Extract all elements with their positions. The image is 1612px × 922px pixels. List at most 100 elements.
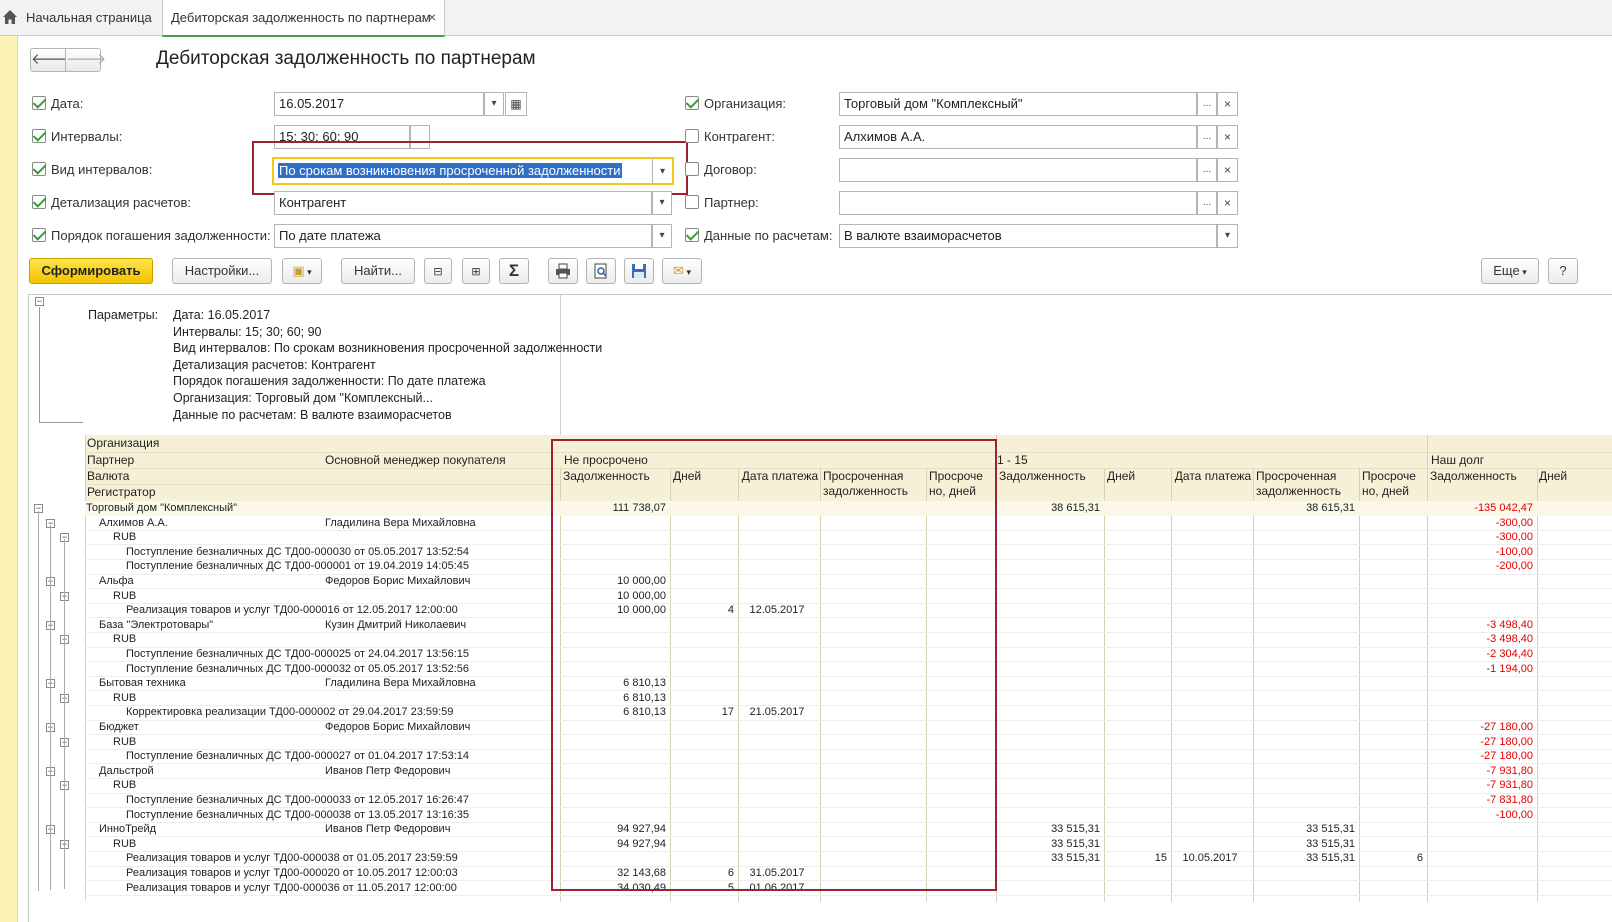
table-row-name: Корректировка реализации ТД00-000002 от … — [126, 706, 454, 719]
table-cell-c1: -2 304,40 — [1486, 648, 1533, 660]
print-button[interactable] — [548, 258, 578, 284]
report-spreadsheet[interactable]: − Параметры: Дата: 16.05.2017 Интервалы: … — [28, 294, 1612, 922]
find-button[interactable]: Найти... — [341, 258, 415, 284]
close-tab-icon[interactable]: × — [428, 9, 436, 25]
contract-field[interactable] — [839, 158, 1197, 182]
params-collapse-icon[interactable]: − — [35, 297, 44, 306]
date-dropdown-button[interactable] — [484, 92, 504, 116]
variant-button[interactable]: ▣ ▾ — [282, 258, 322, 284]
partner-checkbox[interactable] — [685, 195, 699, 209]
page-title: Дебиторская задолженность по партнерам — [156, 48, 536, 69]
counterparty-clear-icon[interactable]: × — [1217, 125, 1238, 149]
contract-clear-icon[interactable]: × — [1217, 158, 1238, 182]
home-icon[interactable] — [2, 9, 18, 25]
settings-button[interactable]: Настройки... — [172, 258, 272, 284]
detail-checkbox[interactable] — [32, 195, 46, 209]
date-checkbox[interactable] — [32, 96, 46, 110]
contract-label: Договор: — [704, 162, 757, 177]
table-cell-c1: -3 498,40 — [1486, 633, 1533, 646]
table-row-name: Поступление безналичных ДС ТД00-000033 о… — [126, 794, 470, 806]
table-row-name: ИнноТрейд — [99, 823, 157, 836]
sum-button[interactable]: Σ — [499, 258, 529, 284]
header-range-1-15: 1 - 15 — [997, 453, 1028, 467]
tab-home[interactable]: Начальная страница — [18, 0, 160, 36]
expand-groups-button[interactable]: ⊞ — [462, 258, 490, 284]
table-row-name: Торговый дом "Комплексный" — [86, 502, 238, 514]
params-line: Дата: 16.05.2017 — [173, 308, 271, 322]
settlement-data-dropdown-button[interactable] — [1217, 224, 1238, 248]
partner-field[interactable] — [839, 191, 1197, 215]
highlight-frame-not-overdue — [551, 439, 997, 891]
tab-report[interactable]: Дебиторская задолженность по партнерам — [162, 0, 445, 37]
header-debt: Задолженность — [999, 469, 1086, 483]
table-cell-b3: 10.05.2017 — [1182, 852, 1238, 865]
counterparty-field[interactable]: Алхимов А.А. — [839, 125, 1197, 149]
settlement-data-checkbox[interactable] — [685, 228, 699, 242]
detail-dropdown-button[interactable] — [652, 191, 672, 215]
organization-checkbox[interactable] — [685, 96, 699, 110]
floppy-disk-icon — [632, 264, 646, 278]
organization-select-button[interactable]: ... — [1197, 92, 1217, 116]
back-button[interactable]: 🡐 — [30, 48, 71, 72]
counterparty-checkbox[interactable] — [685, 129, 699, 143]
partner-select-button[interactable]: ... — [1197, 191, 1217, 215]
more-label: Еще — [1493, 263, 1520, 278]
header-overdue-debt: Просроченная задолженность — [1256, 469, 1341, 498]
settlement-data-field[interactable]: В валюте взаиморасчетов — [839, 224, 1217, 248]
header-currency: Валюта — [87, 469, 130, 483]
header-debt: Задолженность — [1430, 469, 1517, 483]
table-row-name: Реализация товаров и услуг ТД00-000016 о… — [126, 604, 458, 617]
header-pay-date: Дата платежа — [1174, 469, 1252, 483]
table-cell-c1: -27 180,00 — [1480, 735, 1533, 748]
repay-order-checkbox[interactable] — [32, 228, 46, 242]
header-partner: Партнер — [87, 453, 135, 467]
contract-select-button[interactable]: ... — [1197, 158, 1217, 182]
settlement-data-label: Данные по расчетам: — [704, 228, 833, 243]
table-cell-b1: 33 515,31 — [1051, 852, 1100, 865]
generate-button[interactable]: Сформировать — [29, 258, 153, 284]
intervals-checkbox[interactable] — [32, 129, 46, 143]
forward-button[interactable]: 🡒 — [65, 48, 106, 72]
table-cell-c1: -200,00 — [1495, 560, 1533, 573]
table-row-name: Поступление безналичных ДС ТД00-000025 о… — [126, 648, 470, 660]
print-preview-icon — [594, 263, 607, 279]
table-row-name: Поступление безналичных ДС ТД00-000001 о… — [126, 560, 470, 573]
table-row-name: Бюджет — [99, 721, 139, 733]
grid-column-line — [1427, 435, 1428, 469]
table-row-manager: Иванов Петр Федорович — [325, 764, 451, 777]
collapse-groups-button[interactable]: ⊟ — [424, 258, 452, 284]
table-row-name: RUB — [113, 779, 137, 792]
envelope-icon: ✉ — [673, 263, 684, 278]
params-line: Интервалы: 15; 30; 60; 90 — [173, 324, 322, 339]
calendar-icon[interactable]: ▦ — [505, 92, 527, 116]
table-row-name: Реализация товаров и услуг ТД00-000020 о… — [126, 867, 458, 879]
interval-kind-checkbox[interactable] — [32, 162, 46, 176]
organization-clear-icon[interactable]: × — [1217, 92, 1238, 116]
detail-field[interactable]: Контрагент — [274, 191, 652, 215]
table-row-name: Бытовая техника — [99, 677, 186, 690]
table-cell-b1: 33 515,31 — [1051, 837, 1100, 850]
table-cell-c1: -135 042,47 — [1474, 502, 1533, 514]
repay-order-field[interactable]: По дате платежа — [274, 224, 652, 248]
send-email-button[interactable]: ✉ ▾ — [662, 258, 702, 284]
help-button[interactable]: ? — [1548, 258, 1578, 284]
table-cell-c1: -100,00 — [1495, 808, 1533, 821]
left-panel-strip — [0, 36, 18, 922]
params-line: Данные по расчетам: В валюте взаиморасче… — [173, 407, 452, 422]
partner-clear-icon[interactable]: × — [1217, 191, 1238, 215]
contract-checkbox[interactable] — [685, 162, 699, 176]
more-button[interactable]: Еще ▾ — [1481, 258, 1539, 284]
table-row-name: Альфа — [99, 575, 134, 587]
counterparty-select-button[interactable]: ... — [1197, 125, 1217, 149]
table-cell-b4: 33 515,31 — [1306, 852, 1355, 865]
save-button[interactable] — [624, 258, 654, 284]
preview-button[interactable] — [586, 258, 616, 284]
date-field[interactable]: 16.05.2017 — [274, 92, 484, 116]
params-line: Организация: Торговый дом "Комплексный..… — [173, 390, 433, 405]
header-our-debt: Наш долг — [1431, 453, 1485, 467]
table-row-manager: Кузин Дмитрий Николаевич — [325, 618, 467, 631]
header-manager: Основной менеджер покупателя — [325, 453, 506, 467]
repay-order-dropdown-button[interactable] — [652, 224, 672, 248]
organization-field[interactable]: Торговый дом "Комплексный" — [839, 92, 1197, 116]
table-row-name: Реализация товаров и услуг ТД00-000036 о… — [126, 881, 457, 894]
